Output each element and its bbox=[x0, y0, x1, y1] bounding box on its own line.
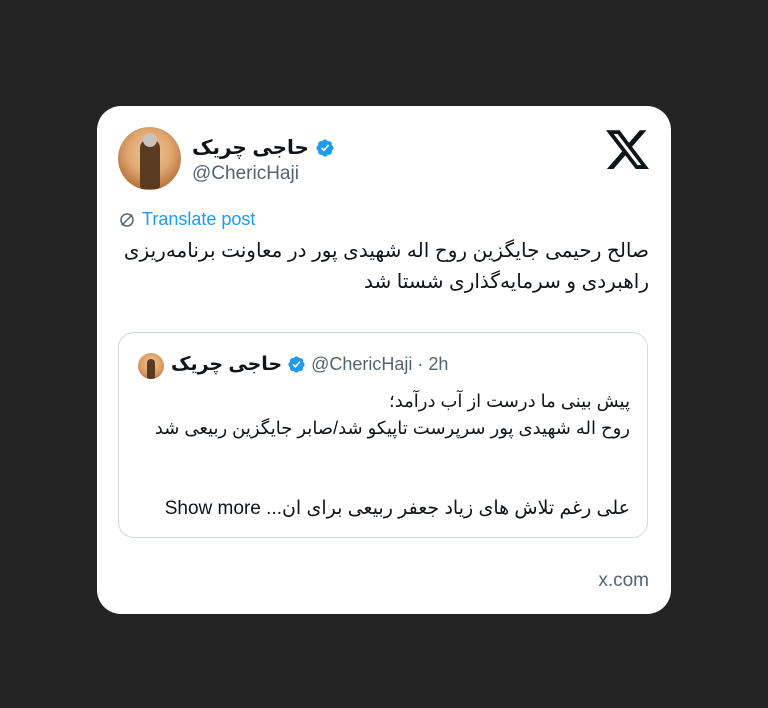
translate-post-link[interactable]: Translate post bbox=[118, 209, 255, 230]
author-avatar[interactable] bbox=[118, 127, 181, 190]
author-name[interactable]: حاجی چریک bbox=[192, 135, 309, 160]
globe-icon bbox=[120, 212, 134, 227]
quoted-separator: · bbox=[417, 354, 424, 374]
verified-badge-icon bbox=[288, 356, 305, 373]
tweet-card[interactable]: حاجی چریک @ChericHaji Translate post صال… bbox=[97, 106, 671, 614]
quoted-text: پیش بینی ما درست از آب درآمد؛ روح اله شه… bbox=[130, 388, 630, 442]
verified-badge-icon bbox=[316, 138, 334, 157]
translate-label: Translate post bbox=[142, 209, 256, 229]
quoted-truncated-text: علی رغم تلاش های زیاد جعفر ربیعی برای ان… bbox=[266, 498, 630, 519]
quoted-time[interactable]: 2h bbox=[428, 354, 448, 375]
quoted-author-name[interactable]: حاجی چریک bbox=[171, 353, 282, 376]
avatar-head bbox=[143, 133, 157, 147]
x-logo-icon[interactable] bbox=[606, 130, 649, 170]
quoted-avatar-figure bbox=[147, 359, 155, 379]
quoted-post[interactable]: حاجی چریک @ChericHaji · 2h پیش بینی ما د… bbox=[118, 332, 648, 538]
show-more-link[interactable]: Show more bbox=[165, 498, 261, 519]
quoted-last-line: Show more علی رغم تلاش های زیاد جعفر ربی… bbox=[165, 497, 630, 520]
quoted-author-handle[interactable]: @ChericHaji bbox=[311, 354, 412, 375]
source-link[interactable]: x.com bbox=[598, 570, 649, 592]
quoted-author-avatar[interactable] bbox=[138, 353, 164, 379]
quoted-header: حاجی چریک @ChericHaji · 2h bbox=[171, 353, 448, 376]
author-name-row: حاجی چریک bbox=[192, 135, 335, 160]
quoted-line-1: پیش بینی ما درست از آب درآمد؛ bbox=[388, 391, 630, 411]
author-handle[interactable]: @ChericHaji bbox=[192, 163, 299, 185]
post-text: صالح رحیمی جایگزین روح اله شهیدی پور در … bbox=[123, 240, 649, 293]
quoted-line-2: روح اله شهیدی پور سرپرست تاپیکو شد/صابر … bbox=[154, 418, 630, 438]
